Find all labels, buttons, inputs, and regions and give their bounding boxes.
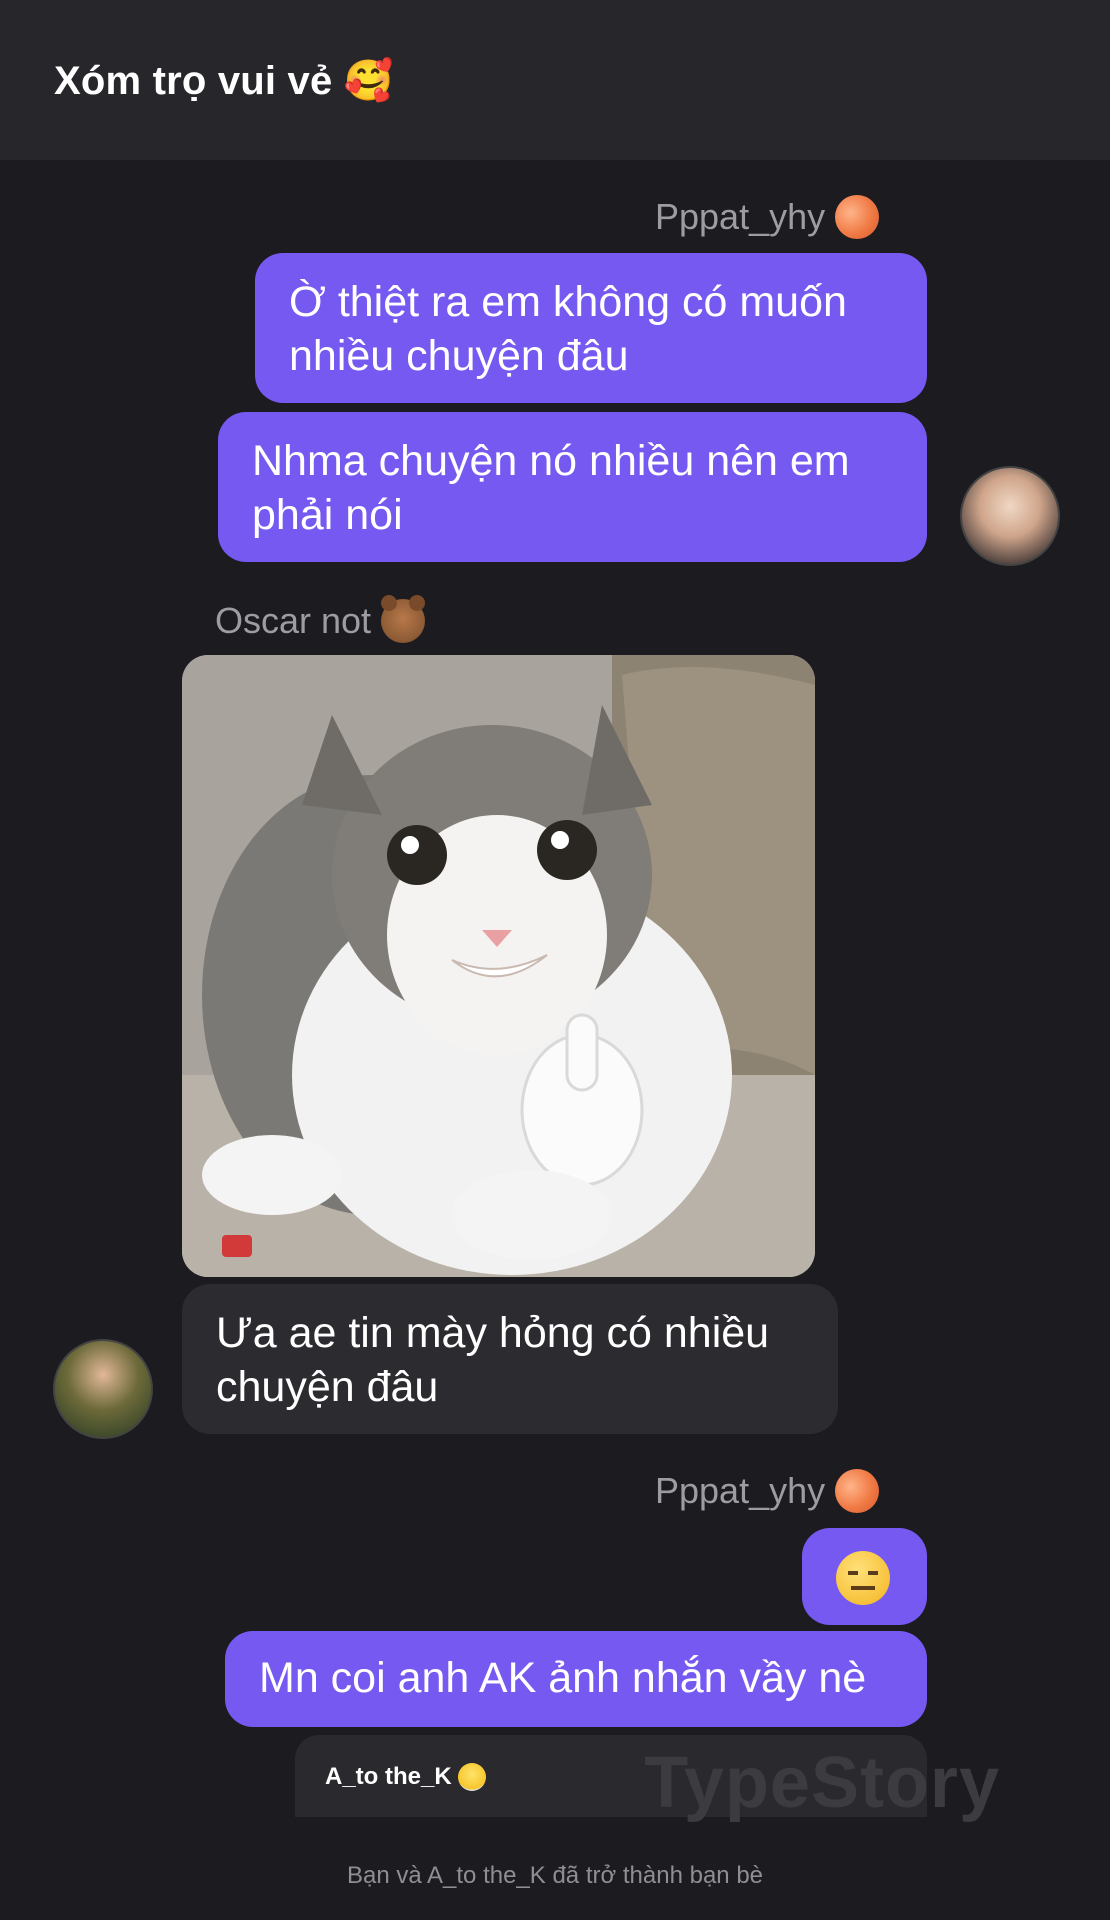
avatar-pppat[interactable] (960, 466, 1060, 566)
hatching-chick-icon (457, 1763, 486, 1791)
sender-name-pppat: Pppat_yhy (655, 1469, 880, 1513)
message-bubble-outgoing[interactable]: Nhma chuyện nó nhiều nên em phải nói (218, 412, 927, 562)
chat-header: Xóm trọ vui vẻ 🥰 (0, 0, 1110, 160)
system-note: Bạn và A_to the_K đã trở thành bạn bè (346, 1862, 764, 1889)
sender-label: Pppat_yhy (655, 196, 826, 237)
message-text: Nhma chuyện nó nhiều nên em phải nói (252, 437, 850, 539)
sender-name-pppat: Pppat_yhy (655, 195, 880, 239)
preview-sender: A_to the_K (325, 1763, 486, 1791)
peach-icon (835, 1469, 880, 1513)
message-text: Ờ thiệt ra em không có muốn nhiều chuyện… (289, 278, 847, 380)
expressionless-face-icon (836, 1550, 890, 1605)
message-text: Mn coi anh AK ảnh nhắn vầy nè (259, 1654, 867, 1702)
avatar-oscar[interactable] (53, 1339, 153, 1439)
sender-label: Oscar not (215, 600, 372, 641)
message-text: Ưa ae tin mày hỏng có nhiều chuyện đâu (216, 1309, 770, 1411)
sender-label: Pppat_yhy (655, 1470, 826, 1511)
message-bubble-outgoing[interactable]: Mn coi anh AK ảnh nhắn vầy nè (225, 1631, 927, 1727)
cat-thumbs-up-image[interactable] (182, 655, 815, 1277)
sender-name-oscar: Oscar not (215, 595, 426, 643)
cat-illustration (182, 655, 815, 1277)
message-bubble-outgoing[interactable]: Ờ thiệt ra em không có muốn nhiều chuyện… (255, 253, 927, 403)
peach-icon (835, 195, 880, 239)
chat-title: Xóm trọ vui vẻ 🥰 (54, 58, 394, 103)
message-bubble-outgoing[interactable] (802, 1528, 927, 1625)
watermark: TypeStory (644, 1743, 1000, 1823)
bear-icon (381, 595, 426, 643)
message-bubble-incoming[interactable]: Ưa ae tin mày hỏng có nhiều chuyện đâu (182, 1284, 838, 1434)
preview-sender-label: A_to the_K (325, 1763, 452, 1790)
